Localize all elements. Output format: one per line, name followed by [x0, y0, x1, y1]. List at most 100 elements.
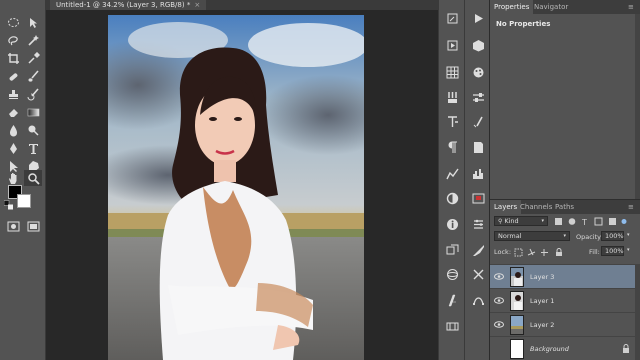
paragraph-panel-icon[interactable]: [444, 139, 460, 155]
move-icon[interactable]: [24, 14, 42, 30]
svg-text:T: T: [581, 218, 587, 226]
tools-panel: [0, 0, 46, 360]
layer-thumbnail: [510, 291, 524, 311]
layer-row-background[interactable]: Background: [490, 336, 640, 360]
layer-thumbnail: [510, 315, 524, 335]
styles-panel-icon[interactable]: [444, 190, 460, 206]
layers-panel: Layers Channels Paths ≡ ⚲ Kind ▾ T Norma…: [490, 199, 640, 360]
hand-icon[interactable]: [4, 170, 22, 186]
default-colors-icon[interactable]: [4, 199, 14, 210]
properties-scrollbar[interactable]: [635, 14, 640, 199]
canvas-area: [46, 10, 438, 360]
paths-panel-icon[interactable]: [470, 292, 486, 308]
close-tab-icon[interactable]: ×: [194, 1, 200, 9]
layer-row-layer-2[interactable]: Layer 2: [490, 312, 640, 336]
opacity-label: Opacity:: [576, 233, 603, 241]
notes-panel-icon[interactable]: [470, 139, 486, 155]
document-title: Untitled-1 @ 34.2% (Layer 3, RGB/8) *: [56, 1, 191, 9]
screen-mode-icon[interactable]: [24, 218, 42, 234]
3d-cube-icon[interactable]: [470, 37, 486, 53]
lock-icon: [623, 344, 629, 353]
tab-navigator[interactable]: Navigator: [530, 0, 572, 14]
visibility-eye-icon[interactable]: [494, 321, 504, 328]
gradient-icon[interactable]: [24, 104, 42, 120]
layer-name[interactable]: Layer 2: [530, 321, 554, 329]
info-panel-icon[interactable]: [444, 216, 460, 232]
swatches-panel-icon[interactable]: [444, 64, 460, 80]
3d-panel-icon[interactable]: [444, 266, 460, 282]
layer-row-layer-3[interactable]: Layer 3: [490, 264, 640, 288]
layer-comps-icon[interactable]: [444, 242, 460, 258]
filter-type-icons[interactable]: T: [554, 217, 628, 226]
pen-icon[interactable]: [4, 140, 22, 156]
navigator-panel-icon[interactable]: [470, 190, 486, 206]
panel-menu-icon[interactable]: ≡: [628, 0, 634, 14]
properties-panel-icon[interactable]: [470, 216, 486, 232]
adjustments-panel-icon[interactable]: [444, 165, 460, 181]
photoshop-window: Untitled-1 @ 34.2% (Layer 3, RGB/8) *×: [0, 0, 640, 360]
timeline-panel-icon[interactable]: [444, 318, 460, 334]
document-canvas[interactable]: [108, 15, 364, 360]
history-panel-icon[interactable]: [444, 10, 460, 26]
layer-thumbnail: [510, 339, 524, 359]
magic-wand-icon[interactable]: [24, 32, 42, 48]
eraser-icon[interactable]: [4, 104, 22, 120]
blend-mode-select[interactable]: Normal ▾: [494, 231, 570, 241]
fill-input[interactable]: 100%: [601, 246, 624, 256]
color-panel-icon[interactable]: [470, 64, 486, 80]
fill-dropdown-icon[interactable]: ▾: [627, 247, 630, 253]
tool-presets-icon[interactable]: [470, 89, 486, 105]
zoom-icon[interactable]: [24, 170, 42, 186]
panel-icon-strip-2: [464, 0, 490, 360]
opacity-input[interactable]: 100%: [601, 231, 624, 241]
opacity-dropdown-icon[interactable]: ▾: [627, 232, 630, 238]
brush-presets-icon[interactable]: [444, 89, 460, 105]
document-tab[interactable]: Untitled-1 @ 34.2% (Layer 3, RGB/8) * ×: [50, 0, 207, 10]
clone-stamp-icon[interactable]: [4, 86, 22, 102]
layers-scrollbar[interactable]: [635, 264, 640, 360]
properties-panel: No Properties: [490, 14, 640, 199]
healing-brush-icon[interactable]: [4, 68, 22, 84]
fill-label: Fill:: [589, 248, 600, 256]
histogram-panel-icon[interactable]: [470, 165, 486, 181]
play-icon[interactable]: [470, 10, 486, 26]
clone-source-icon[interactable]: [470, 113, 486, 129]
layer-filter-row: ⚲ Kind ▾ T: [490, 216, 640, 230]
history-brush-icon[interactable]: [24, 86, 42, 102]
background-color-swatch[interactable]: [17, 194, 31, 208]
layer-name[interactable]: Background: [530, 345, 569, 353]
visibility-eye-icon[interactable]: [494, 273, 504, 280]
crop-icon[interactable]: [4, 50, 22, 66]
blend-row: Normal ▾ Opacity: 100% ▾: [490, 231, 640, 245]
layer-filter-select[interactable]: ⚲ Kind ▾: [494, 216, 548, 226]
panel-icon-strip: [438, 0, 464, 360]
layer-thumbnail: [510, 267, 524, 287]
properties-tabs: Properties Navigator ≡: [490, 0, 640, 14]
layer-row-layer-1[interactable]: Layer 1: [490, 288, 640, 312]
brush-panel-icon[interactable]: [470, 242, 486, 258]
blur-icon[interactable]: [4, 122, 22, 138]
dropdown-arrow-icon: ▾: [563, 233, 566, 239]
eyedropper-icon[interactable]: [24, 50, 42, 66]
glyphs-panel-icon[interactable]: [444, 292, 460, 308]
brush-icon[interactable]: [24, 68, 42, 84]
filter-kind-label: Kind: [504, 217, 519, 225]
lock-options-icons[interactable]: [514, 248, 576, 257]
type-icon[interactable]: [24, 140, 42, 156]
measurement-log-icon[interactable]: [470, 266, 486, 282]
lasso-icon[interactable]: [4, 32, 22, 48]
layer-name[interactable]: Layer 1: [530, 297, 554, 305]
quick-mask-icon[interactable]: [4, 218, 22, 234]
visibility-eye-icon[interactable]: [494, 297, 504, 304]
actions-panel-icon[interactable]: [444, 37, 460, 53]
tab-paths[interactable]: Paths: [551, 200, 578, 214]
marquee-icon[interactable]: [4, 14, 22, 30]
lock-row: Lock: Fill: 100% ▾: [490, 246, 640, 260]
dodge-icon[interactable]: [24, 122, 42, 138]
dropdown-arrow-icon: ▾: [541, 218, 544, 224]
character-panel-icon[interactable]: [444, 113, 460, 129]
layer-name[interactable]: Layer 3: [530, 273, 554, 281]
layers-menu-icon[interactable]: ≡: [628, 200, 634, 214]
right-panel-dock: Properties Navigator ≡ No Properties Lay…: [490, 0, 640, 360]
tab-properties[interactable]: Properties: [490, 0, 534, 14]
